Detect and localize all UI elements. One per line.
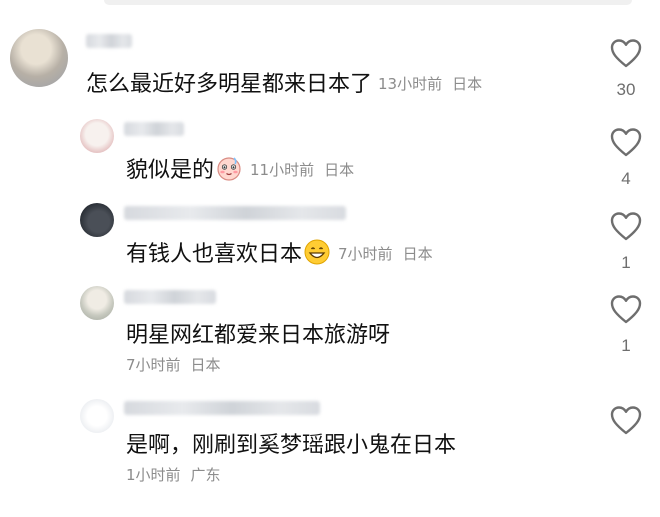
like-button[interactable]: 1 (606, 211, 646, 273)
top-divider (104, 0, 632, 5)
heart-outline-icon (610, 39, 642, 68)
like-count: 30 (616, 80, 636, 99)
comment-time: 13小时前 (378, 75, 443, 93)
username-blurred[interactable] (86, 34, 132, 48)
comment-time: 11小时前 (250, 161, 315, 179)
like-button[interactable] (606, 405, 646, 447)
avatar[interactable] (80, 286, 114, 320)
like-count: 1 (621, 336, 631, 355)
heart-outline-icon (610, 406, 642, 435)
like-count: 4 (621, 169, 631, 188)
like-count: 1 (621, 253, 631, 272)
grinning-face-emoji (304, 239, 330, 273)
comment-location: 日本 (452, 75, 483, 93)
comment-body: 貌似是的 (126, 158, 215, 183)
comment-location: 日本 (402, 245, 433, 263)
comment-text: 明星网红都爱来日本旅游呀 (126, 322, 390, 350)
comment-body: 是啊，刚刷到奚梦瑶跟小鬼在日本 (126, 433, 457, 458)
comment-body: 明星网红都爱来日本旅游呀 (126, 323, 391, 348)
comment-text: 是啊，刚刷到奚梦瑶跟小鬼在日本 (126, 432, 456, 460)
comment-meta: 13小时前 日本 (378, 75, 482, 93)
avatar[interactable] (80, 203, 114, 237)
comment-location: 广东 (190, 466, 221, 484)
comment-body: 有钱人也喜欢日本 (126, 242, 303, 267)
avatar[interactable] (80, 119, 114, 153)
heart-outline-icon (610, 128, 642, 157)
comment-meta: 7小时前 日本 (338, 245, 433, 263)
username-blurred[interactable] (124, 401, 320, 415)
comment-meta: 11小时前 日本 (250, 161, 354, 179)
heart-outline-icon (610, 212, 642, 241)
username-blurred[interactable] (124, 122, 184, 136)
comment-text: 怎么最近好多明星都来日本了 13小时前 日本 (86, 70, 482, 99)
heart-outline-icon (610, 295, 642, 324)
comment-location: 日本 (324, 161, 355, 179)
comment-text: 貌似是的 11小时前 日本 (126, 155, 354, 189)
blushing-face-emoji (216, 155, 242, 189)
comment-time: 7小时前 (338, 245, 393, 263)
username-blurred[interactable] (124, 290, 216, 304)
like-button[interactable]: 4 (606, 127, 646, 189)
avatar[interactable] (80, 399, 114, 433)
comment-location: 日本 (190, 356, 221, 374)
comment-meta: 7小时前 日本 (126, 355, 221, 375)
comment-body: 怎么最近好多明星都来日本了 (86, 72, 373, 97)
comment-time: 1小时前 (126, 466, 181, 484)
comment-time: 7小时前 (126, 356, 181, 374)
comment-meta: 1小时前 广东 (126, 465, 221, 485)
like-button[interactable]: 30 (606, 38, 646, 100)
comment-text: 有钱人也喜欢日本 7小时前 日本 (126, 239, 433, 273)
username-blurred[interactable] (124, 206, 346, 220)
avatar[interactable] (10, 29, 68, 87)
like-button[interactable]: 1 (606, 294, 646, 356)
